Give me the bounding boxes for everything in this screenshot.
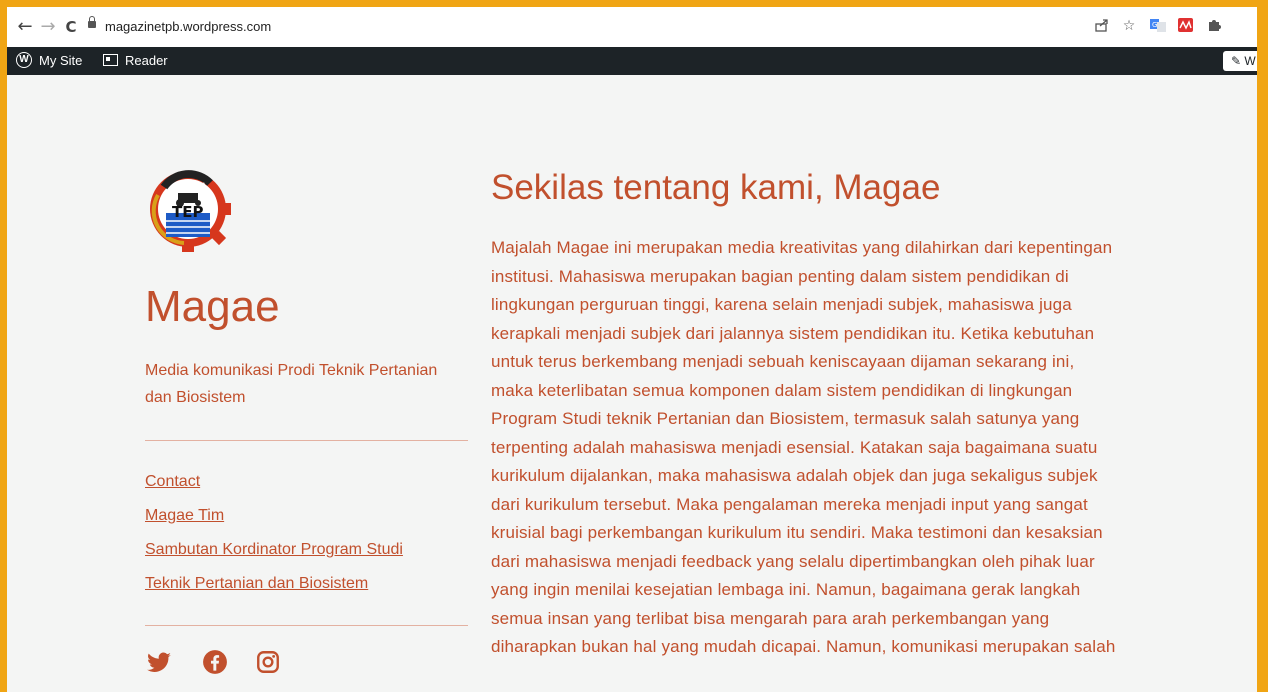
menu-item-sambutan: Sambutan Kordinator Program Studi <box>145 538 403 572</box>
menu-link[interactable]: Contact <box>145 473 200 490</box>
post-line: lingkungan perguruan tinggi, karena sela… <box>491 295 1072 314</box>
translate-extension-icon[interactable]: G <box>1149 17 1167 35</box>
share-icon[interactable] <box>1093 17 1111 35</box>
menu-link[interactable]: Sambutan Kordinator Program Studi <box>145 541 403 558</box>
post-line: maka keterlibatan semua komponen dalam s… <box>491 380 1073 400</box>
reader-link[interactable]: Reader <box>125 53 168 69</box>
post-content: Majalah Magae ini merupakan media kreati… <box>491 234 1251 662</box>
reader-icon[interactable] <box>103 54 118 66</box>
post-line: diharapkan bukan hal yang mudah dicapai.… <box>491 637 1116 656</box>
post-line: terpenting adalah mahasiswa menjadi esen… <box>491 437 1098 457</box>
post-line: kurikulum dijalankan, maka mahasiswa ada… <box>491 466 1098 485</box>
svg-text:TEP: TEP <box>172 203 203 221</box>
wordpress-logo-icon[interactable]: W <box>16 52 32 68</box>
browser-window: ← → C magazinetpb.wordpress.com ☆ G W My… <box>7 7 1257 692</box>
post-line: untuk terus berkembang menjadi sebuah ke… <box>491 352 1075 371</box>
menu-link[interactable]: Magae Tim <box>145 507 224 524</box>
divider <box>145 440 468 441</box>
extensions-puzzle-icon[interactable] <box>1205 17 1223 35</box>
twitter-icon[interactable] <box>146 649 172 675</box>
svg-text:G: G <box>1152 21 1157 29</box>
divider <box>145 625 468 626</box>
pen-icon: ✎ <box>1231 54 1242 68</box>
post-line: kerapkali menjadi subjek dari jalannya s… <box>491 323 1095 343</box>
svg-text:HIMATETA: HIMATETA <box>176 182 207 189</box>
post-line: dari kurikulum tersebut. Maka pengalaman… <box>491 494 1088 514</box>
back-button[interactable]: ← <box>15 17 35 37</box>
post-line: dari mahasiswa menjadi feedback yang sel… <box>491 551 1095 571</box>
site-logo[interactable]: HIMATETA TEP <box>144 165 232 253</box>
menu-item-contact: Contact <box>145 470 403 504</box>
post-title[interactable]: Sekilas tentang kami, Magae <box>491 165 940 211</box>
red-extension-icon[interactable] <box>1177 17 1195 35</box>
wp-admin-bar: W My Site Reader ✎ W <box>7 47 1257 75</box>
post-line: institusi. Mahasiswa merupakan bagian pe… <box>491 266 1069 286</box>
menu-link[interactable]: Teknik Pertanian dan Biosistem <box>145 575 368 592</box>
write-button[interactable]: ✎ W <box>1223 51 1257 71</box>
site-description: Media komunikasi Prodi Teknik Pertanian … <box>145 362 438 406</box>
reload-button[interactable]: C <box>61 17 81 37</box>
instagram-icon[interactable] <box>255 649 281 675</box>
browser-toolbar: ← → C magazinetpb.wordpress.com ☆ G <box>7 7 1257 48</box>
facebook-icon[interactable] <box>202 649 228 675</box>
post-line: yang ingin menilai kesejatian lembaga in… <box>491 580 1081 599</box>
post-line: Program Studi teknik Pertanian dan Biosi… <box>491 409 1080 428</box>
my-site-link[interactable]: My Site <box>39 53 82 69</box>
menu-item-magae-tim: Magae Tim <box>145 504 403 538</box>
site-title[interactable]: Magae <box>145 279 280 335</box>
forward-button[interactable]: → <box>38 17 58 37</box>
bookmark-star-icon[interactable]: ☆ <box>1120 17 1138 35</box>
site-navigation: Contact Magae Tim Sambutan Kordinator Pr… <box>145 470 403 606</box>
menu-item-teknik-pertanian: Teknik Pertanian dan Biosistem <box>145 572 403 606</box>
lock-icon[interactable] <box>88 16 96 28</box>
address-bar[interactable]: magazinetpb.wordpress.com <box>105 17 271 37</box>
post-line: Majalah Magae ini merupakan media kreati… <box>491 238 1113 257</box>
post-line: semua insan yang terlibat bisa mengarah … <box>491 608 1050 628</box>
post-line: kruisial bagi perkembangan kurikulum itu… <box>491 523 1103 542</box>
